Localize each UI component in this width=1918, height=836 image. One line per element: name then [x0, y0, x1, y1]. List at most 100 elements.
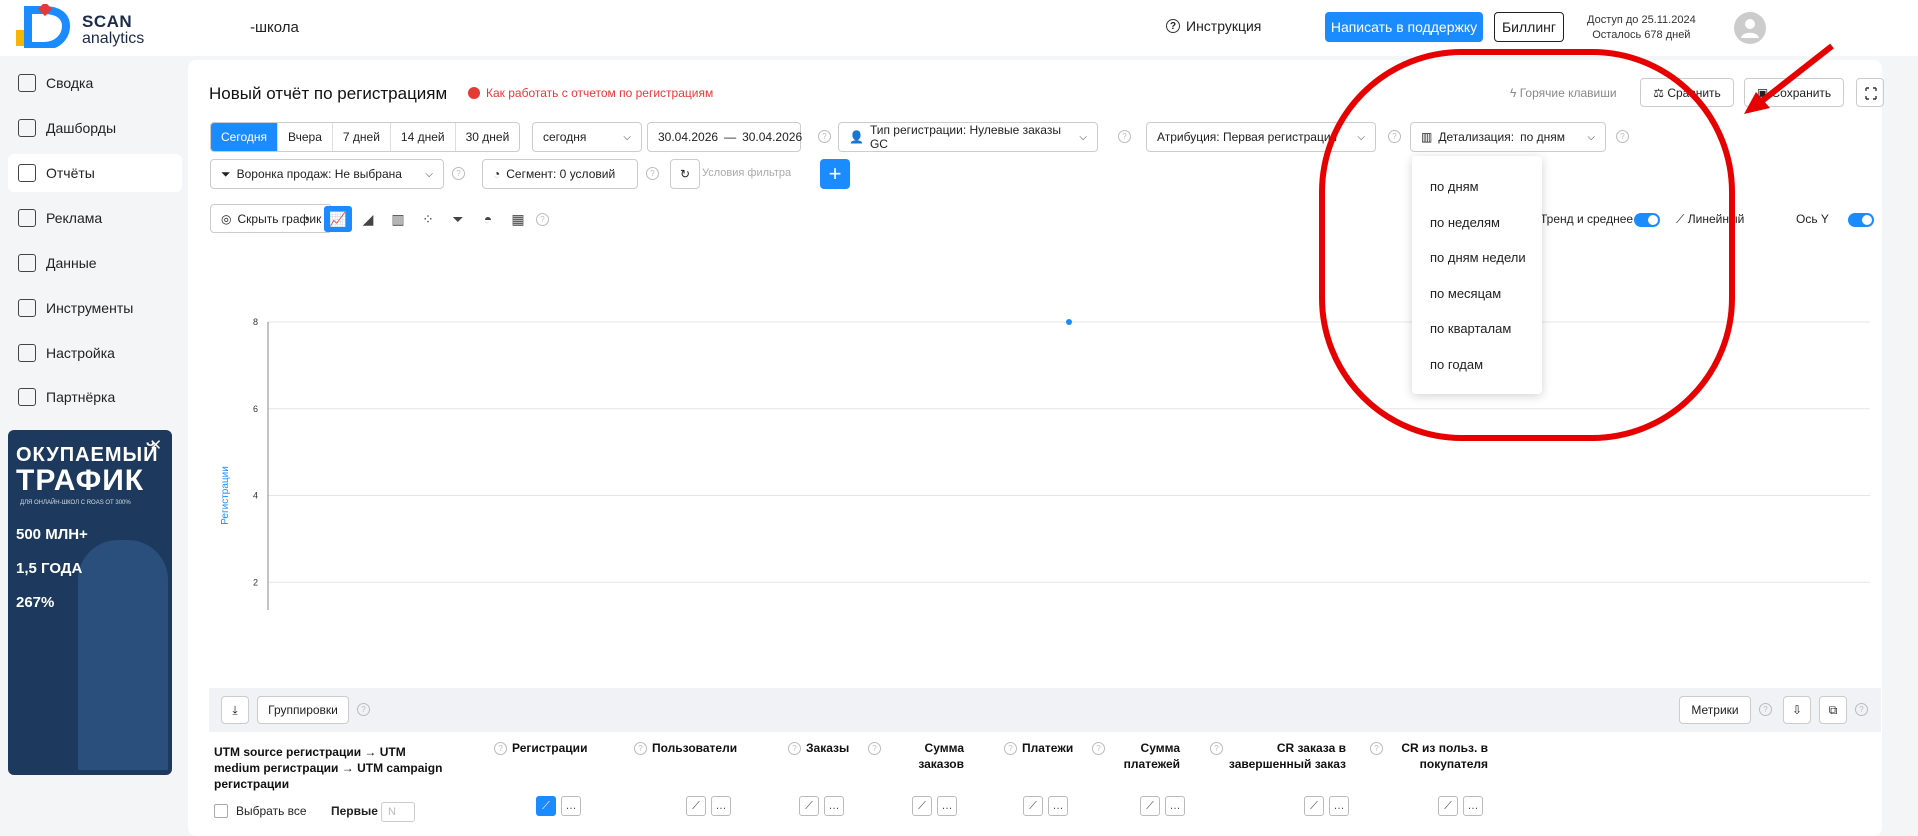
col-chart-button[interactable]: ⟋: [912, 796, 932, 816]
help-icon[interactable]: ?: [1118, 130, 1131, 143]
help-icon[interactable]: ?: [634, 742, 647, 755]
chart-type-grid-icon[interactable]: ▦: [504, 206, 532, 232]
copy-button[interactable]: ⧉: [1819, 696, 1847, 724]
help-icon[interactable]: ?: [1004, 742, 1017, 755]
sidebar-item-data[interactable]: Данные: [8, 244, 182, 282]
support-button[interactable]: Написать в поддержку: [1325, 12, 1483, 42]
help-icon[interactable]: ?: [788, 742, 801, 755]
sidebar-item-ads[interactable]: Реклама: [8, 199, 182, 237]
chart-type-funnel-icon[interactable]: ⏷: [444, 206, 472, 232]
reg-type-dropdown[interactable]: 👤 Тип регистрации: Нулевые заказы GC ⌵: [838, 122, 1098, 152]
col-chart-button[interactable]: ⟋: [1438, 796, 1458, 816]
detail-option-months[interactable]: по месяцам: [1430, 286, 1501, 301]
segment-button[interactable]: ◔ Сегмент: 0 условий: [482, 159, 638, 189]
col-chart-button[interactable]: ⟋: [1304, 796, 1324, 816]
date-range-input[interactable]: 30.04.2026 — 30.04.2026: [647, 122, 802, 152]
help-icon[interactable]: ?: [818, 130, 831, 143]
howto-link[interactable]: Как работать с отчетом по регистрациям: [468, 86, 713, 100]
col-chart-button[interactable]: ⟋: [536, 796, 556, 816]
detail-option-days[interactable]: по дням: [1430, 179, 1479, 194]
help-icon[interactable]: ?: [1616, 130, 1629, 143]
groupings-button[interactable]: Группировки: [257, 696, 349, 724]
period-30days[interactable]: 30 дней: [456, 123, 520, 151]
avatar[interactable]: [1734, 12, 1766, 44]
detail-option-years[interactable]: по годам: [1430, 357, 1483, 372]
chart-type-scatter-icon[interactable]: ⁘: [414, 206, 442, 232]
col-chart-button[interactable]: ⟋: [1140, 796, 1160, 816]
col-header-cr-order[interactable]: CR заказа в завершенный заказ: [1216, 740, 1346, 772]
period-today[interactable]: Сегодня: [211, 123, 278, 151]
help-icon[interactable]: ?: [1092, 742, 1105, 755]
help-icon[interactable]: ?: [646, 167, 659, 180]
col-more-button[interactable]: …: [824, 796, 844, 816]
period-14days[interactable]: 14 дней: [391, 123, 456, 151]
attribution-dropdown[interactable]: Атрибуция: Первая регистрация ⌵: [1146, 122, 1376, 152]
promo-banner[interactable]: ✕ ОКУПАЕМЫЙ ТРАФИК ДЛЯ ОНЛАЙН-ШКОЛ С ROA…: [8, 430, 172, 775]
col-more-button[interactable]: …: [561, 796, 581, 816]
instruction-link[interactable]: ? Инструкция: [1166, 18, 1261, 34]
col-more-button[interactable]: …: [1329, 796, 1349, 816]
col-more-button[interactable]: …: [1463, 796, 1483, 816]
logo[interactable]: SCAN analytics: [14, 1, 154, 52]
refresh-button[interactable]: ↻: [670, 159, 700, 189]
col-more-button[interactable]: …: [1048, 796, 1068, 816]
help-icon[interactable]: ?: [536, 213, 549, 226]
help-icon[interactable]: ?: [1370, 742, 1383, 755]
download-button[interactable]: ⤓: [221, 696, 249, 724]
chart-type-line-icon[interactable]: 📈: [324, 206, 352, 232]
col-more-button[interactable]: …: [1165, 796, 1185, 816]
help-icon[interactable]: ?: [1855, 703, 1868, 716]
sidebar-item-settings[interactable]: Настройка: [8, 334, 182, 372]
col-header-orders[interactable]: Заказы: [806, 740, 849, 756]
period-yesterday[interactable]: Вчера: [278, 123, 333, 151]
period-dropdown[interactable]: сегодня ⌵: [532, 122, 642, 152]
col-header-cr-buyer[interactable]: CR из польз. в покупателя: [1388, 740, 1488, 772]
axis-y-toggle[interactable]: [1848, 213, 1874, 227]
export-button[interactable]: ⇩: [1783, 696, 1811, 724]
chart-type-area-icon[interactable]: ◢: [354, 206, 382, 232]
help-icon[interactable]: ?: [868, 742, 881, 755]
sidebar-item-tools[interactable]: Инструменты: [8, 289, 182, 327]
first-n-input[interactable]: N: [381, 802, 415, 822]
help-icon[interactable]: ?: [1759, 703, 1772, 716]
col-header-users[interactable]: Пользователи: [652, 740, 737, 756]
first-column-header[interactable]: UTM source регистрации → UTM medium реги…: [214, 744, 452, 792]
sidebar-item-reports[interactable]: Отчёты: [8, 154, 182, 192]
hotkeys-link[interactable]: ϟ Горячие клавиши: [1510, 86, 1617, 100]
col-chart-button[interactable]: ⟋: [1023, 796, 1043, 816]
trend-toggle[interactable]: [1634, 213, 1660, 227]
col-chart-button[interactable]: ⟋: [799, 796, 819, 816]
detail-option-quarters[interactable]: по кварталам: [1430, 321, 1511, 336]
chart-type-bar-icon[interactable]: ▥: [384, 206, 412, 232]
sidebar-item-partner[interactable]: Партнёрка: [8, 378, 182, 416]
col-header-order-sum[interactable]: Сумма заказов: [902, 740, 964, 772]
chart-type-gauge-icon[interactable]: ◓: [474, 206, 502, 232]
col-header-registrations[interactable]: Регистрации: [512, 740, 587, 756]
col-more-button[interactable]: …: [937, 796, 957, 816]
col-header-payments[interactable]: Платежи: [1022, 740, 1073, 756]
detail-option-weeks[interactable]: по неделям: [1430, 215, 1500, 230]
help-icon[interactable]: ?: [452, 167, 465, 180]
sidebar-item-dashboards[interactable]: Дашборды: [8, 109, 182, 147]
expand-button[interactable]: [1856, 78, 1884, 107]
detail-option-weekdays[interactable]: по дням недели: [1430, 250, 1526, 265]
metrics-button[interactable]: Метрики: [1679, 696, 1751, 724]
school-name[interactable]: -школа: [250, 19, 299, 36]
col-header-payment-sum[interactable]: Сумма платежей: [1108, 740, 1180, 772]
detail-dropdown[interactable]: ▥ Детализация: по дням ⌵: [1410, 122, 1606, 152]
save-button[interactable]: ▣ Сохранить: [1744, 78, 1844, 107]
col-more-button[interactable]: …: [711, 796, 731, 816]
help-icon[interactable]: ?: [494, 742, 507, 755]
billing-button[interactable]: Биллинг: [1494, 12, 1564, 42]
add-filter-button[interactable]: +: [820, 159, 850, 189]
compare-button[interactable]: ⚖ Сравнить: [1640, 78, 1734, 107]
select-all-checkbox[interactable]: [214, 804, 228, 818]
help-icon[interactable]: ?: [357, 703, 370, 716]
period-7days[interactable]: 7 дней: [333, 123, 391, 151]
help-icon[interactable]: ?: [1388, 130, 1401, 143]
sidebar-item-summary[interactable]: Сводка: [8, 64, 182, 102]
linear-dropdown[interactable]: ⟋ Линейный: [1676, 212, 1744, 227]
col-chart-button[interactable]: ⟋: [686, 796, 706, 816]
funnel-dropdown[interactable]: ⏷ Воронка продаж: Не выбрана ⌵: [210, 159, 444, 189]
filter-conditions-input[interactable]: Условия фильтра: [702, 167, 791, 179]
